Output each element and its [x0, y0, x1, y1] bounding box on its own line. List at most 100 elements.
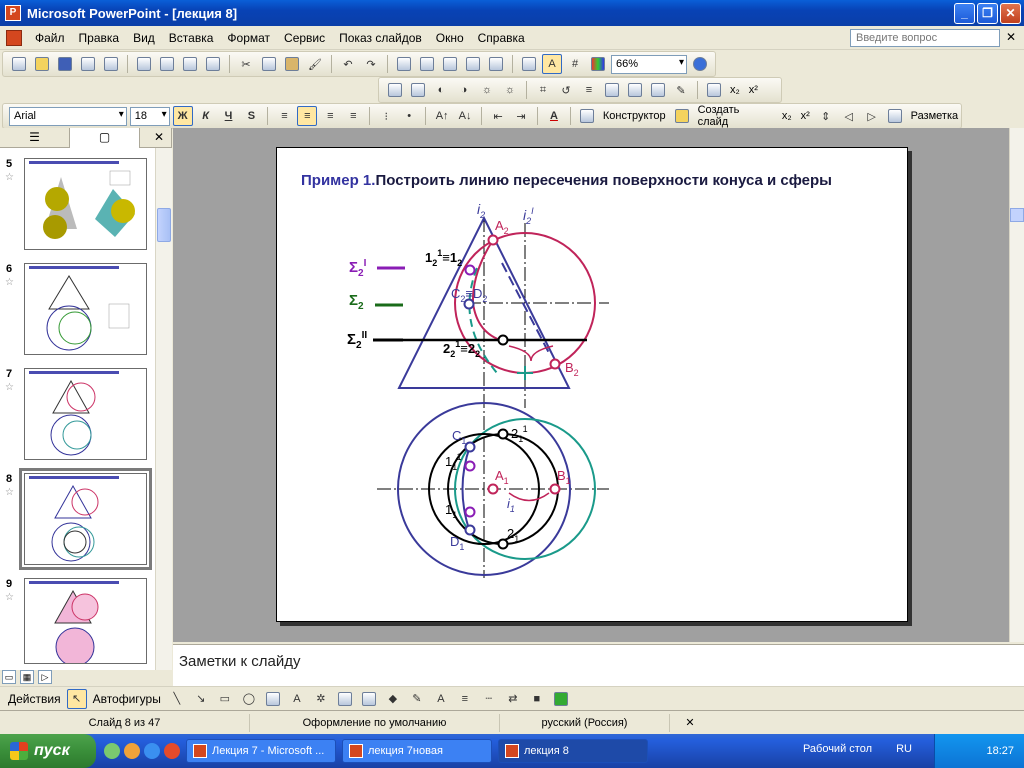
- pane-close-icon[interactable]: ✕: [147, 128, 171, 147]
- close-button[interactable]: ✕: [1000, 3, 1021, 24]
- quicklaunch-icon-1[interactable]: [104, 743, 120, 759]
- align-right-icon[interactable]: ≡: [320, 106, 340, 126]
- menu-tools[interactable]: Сервис: [277, 29, 332, 47]
- wordart-icon[interactable]: A: [287, 689, 307, 709]
- shadow-icon[interactable]: ■: [527, 689, 547, 709]
- bullets-icon[interactable]: •: [399, 106, 419, 126]
- spelling-status-icon[interactable]: ✕: [670, 714, 710, 732]
- insert-table-icon[interactable]: [417, 54, 437, 74]
- underline-button[interactable]: Ч: [219, 106, 239, 126]
- format-picture-icon[interactable]: [648, 80, 668, 100]
- menu-file[interactable]: Файл: [28, 29, 72, 47]
- brightness-down-icon[interactable]: ☼: [500, 80, 520, 100]
- 3d-icon[interactable]: [551, 689, 571, 709]
- color-grayscale-icon[interactable]: A: [542, 54, 562, 74]
- color-adjust-icon[interactable]: [408, 80, 428, 100]
- align-center-icon[interactable]: ≡: [297, 106, 318, 126]
- contrast-up-icon[interactable]: ◐: [431, 80, 451, 100]
- diagram-icon[interactable]: ✲: [311, 689, 331, 709]
- decrease-font-icon[interactable]: A↓: [455, 106, 475, 126]
- show-formatting-icon[interactable]: [519, 54, 539, 74]
- color-icon[interactable]: [588, 54, 608, 74]
- layout-icon[interactable]: [885, 106, 905, 126]
- slides-tab[interactable]: ▢: [70, 128, 140, 148]
- insert-chart-icon[interactable]: [394, 54, 414, 74]
- desktop-toolbar[interactable]: Рабочий стол: [803, 743, 872, 755]
- slide-thumbnail[interactable]: [24, 158, 147, 250]
- menu-edit[interactable]: Правка: [72, 29, 127, 47]
- new-slide-button[interactable]: Создать слайд: [695, 104, 776, 128]
- fill-color-icon[interactable]: ◆: [383, 689, 403, 709]
- rotate-icon[interactable]: ↺: [556, 80, 576, 100]
- increase-indent-icon[interactable]: ⇥: [511, 106, 531, 126]
- align-left-icon[interactable]: ≡: [274, 106, 294, 126]
- numbering-icon[interactable]: ⁝: [376, 106, 396, 126]
- forward-icon[interactable]: ◁: [839, 106, 859, 126]
- menu-format[interactable]: Формат: [220, 29, 277, 47]
- layout-button[interactable]: Разметка: [908, 110, 962, 122]
- font-select[interactable]: Arial: [9, 106, 127, 126]
- clipart-icon[interactable]: [335, 689, 355, 709]
- help-search-input[interactable]: Введите вопрос: [850, 29, 1000, 47]
- subscript-button-2[interactable]: x₂: [779, 110, 795, 122]
- slideshow-button[interactable]: ▷: [38, 670, 52, 684]
- menu-insert[interactable]: Вставка: [162, 29, 221, 47]
- slide-thumbnail[interactable]: [24, 578, 147, 664]
- set-transparent-icon[interactable]: ✎: [671, 80, 691, 100]
- print-icon[interactable]: [134, 54, 154, 74]
- decrease-indent-icon[interactable]: ⇤: [488, 106, 508, 126]
- tables-borders-icon[interactable]: [440, 54, 460, 74]
- autoshapes-menu[interactable]: Автофигуры: [91, 692, 163, 706]
- italic-button[interactable]: К: [196, 106, 216, 126]
- picture-icon[interactable]: [359, 689, 379, 709]
- design-icon[interactable]: [577, 106, 597, 126]
- font-size-select[interactable]: 18: [129, 106, 170, 126]
- compress-icon[interactable]: [602, 80, 622, 100]
- task-lecture8[interactable]: лекция 8: [498, 739, 648, 763]
- oval-icon[interactable]: ◯: [239, 689, 259, 709]
- slide-canvas[interactable]: Пример 1.Построить линию пересечения пов…: [276, 147, 908, 622]
- document-icon[interactable]: [6, 29, 22, 46]
- font-color-draw-icon[interactable]: A: [431, 689, 451, 709]
- backward-icon[interactable]: ▷: [862, 106, 882, 126]
- grid-icon[interactable]: #: [565, 54, 585, 74]
- format-painter-icon[interactable]: 🖌: [305, 54, 325, 74]
- design-button[interactable]: Конструктор: [600, 110, 669, 122]
- task-lecture7new[interactable]: лекция 7новая: [342, 739, 492, 763]
- actions-menu[interactable]: Действия: [6, 692, 63, 706]
- brightness-up-icon[interactable]: ☼: [477, 80, 497, 100]
- save-icon[interactable]: [55, 54, 75, 74]
- select-pointer-icon[interactable]: ↖: [66, 688, 87, 709]
- contrast-down-icon[interactable]: ◑: [454, 80, 474, 100]
- rectangle-icon[interactable]: ▭: [215, 689, 235, 709]
- spelling-icon[interactable]: [180, 54, 200, 74]
- notes-pane[interactable]: Заметки к слайду: [173, 644, 1024, 686]
- clock[interactable]: 18:27: [986, 745, 1014, 757]
- email-icon[interactable]: [101, 54, 121, 74]
- open-icon[interactable]: [32, 54, 52, 74]
- quicklaunch-icon-4[interactable]: [164, 743, 180, 759]
- font-color-icon[interactable]: A: [544, 106, 564, 126]
- permission-icon[interactable]: [78, 54, 98, 74]
- new-slide-icon[interactable]: [672, 106, 692, 126]
- slide-thumbnail[interactable]: [24, 368, 147, 460]
- notes-placeholder[interactable]: Заметки к слайду: [179, 653, 301, 670]
- hyperlink-icon[interactable]: [463, 54, 483, 74]
- quicklaunch-icon-2[interactable]: [124, 743, 140, 759]
- slides-pane-scrollbar[interactable]: [155, 148, 172, 670]
- insert-picture-icon[interactable]: [385, 80, 405, 100]
- undo-icon[interactable]: ↶: [338, 54, 358, 74]
- line-color-icon[interactable]: ✎: [407, 689, 427, 709]
- menu-slideshow[interactable]: Показ слайдов: [332, 29, 429, 47]
- help-icon[interactable]: [690, 54, 710, 74]
- copy-icon[interactable]: [259, 54, 279, 74]
- zoom-select[interactable]: 66%: [611, 54, 687, 74]
- start-button[interactable]: пуск: [0, 734, 96, 768]
- subscript-button[interactable]: x₂: [727, 84, 743, 96]
- dash-style-icon[interactable]: ┄: [479, 689, 499, 709]
- crop-icon[interactable]: ⌗: [533, 80, 553, 100]
- research-icon[interactable]: [203, 54, 223, 74]
- textbox-icon[interactable]: [263, 689, 283, 709]
- paste-icon[interactable]: [282, 54, 302, 74]
- outline-tab[interactable]: ☰: [0, 128, 70, 148]
